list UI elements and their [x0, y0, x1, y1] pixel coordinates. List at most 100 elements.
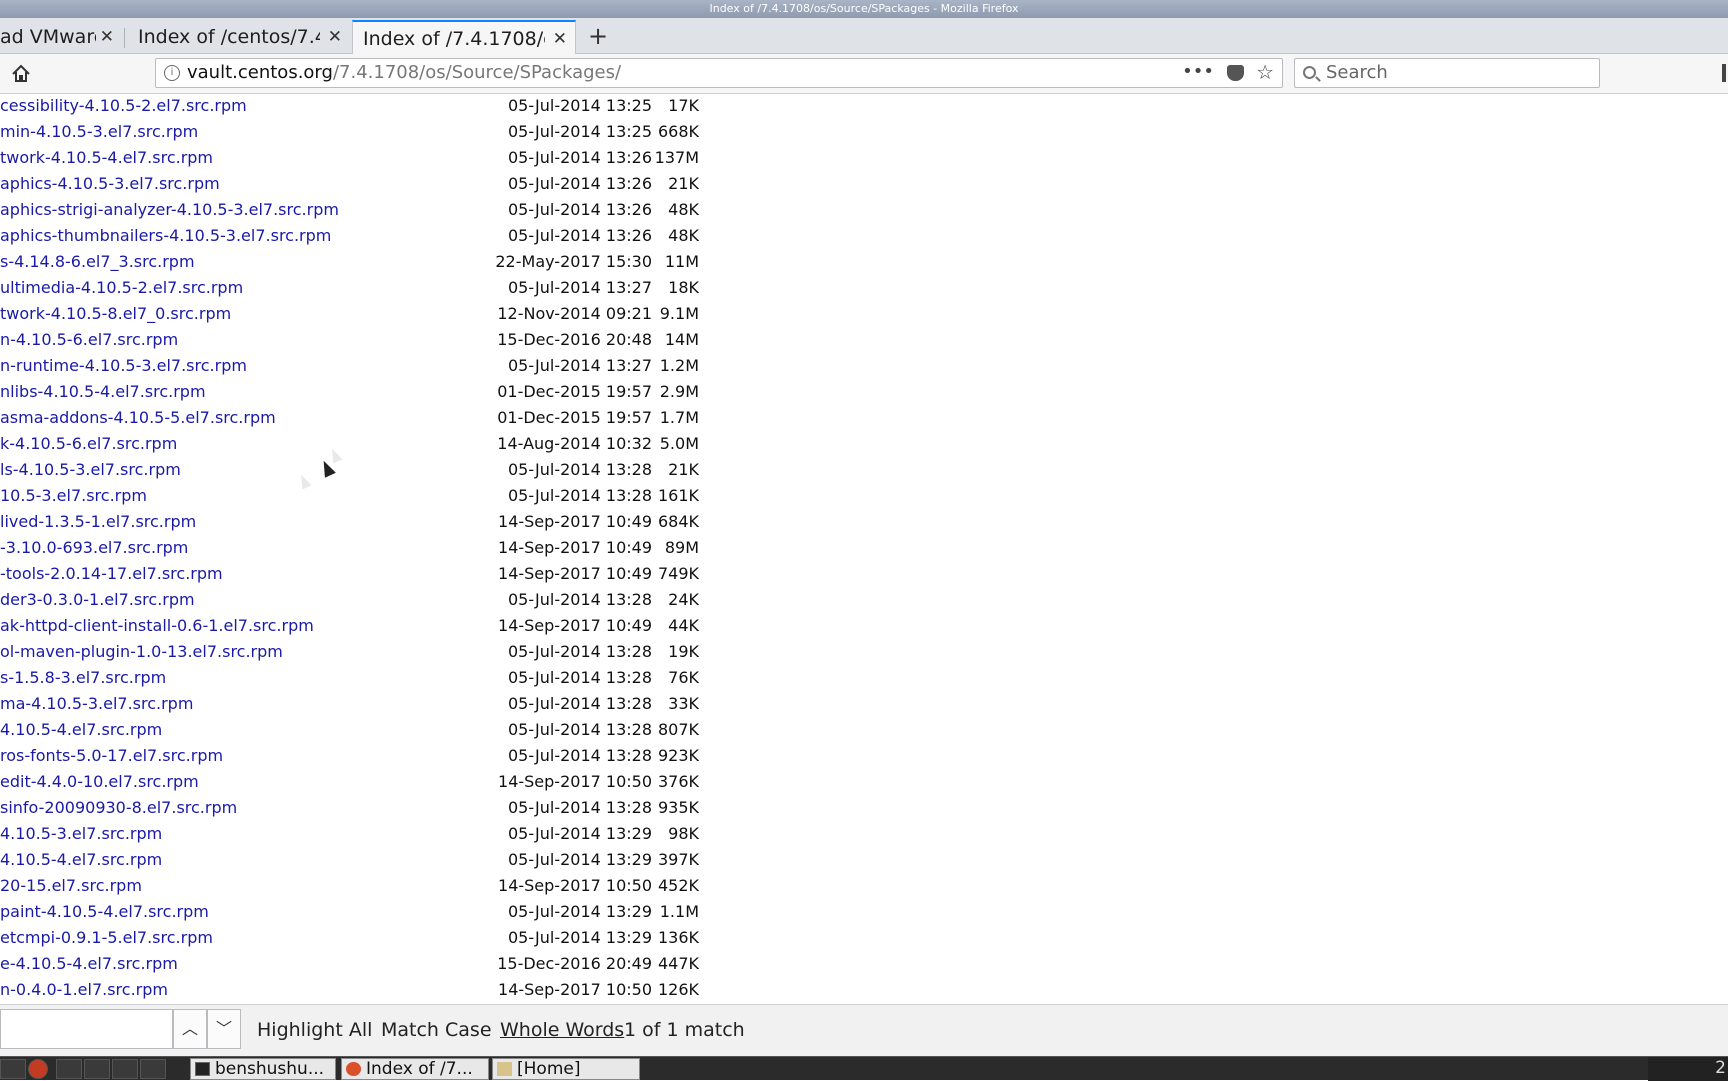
file-link[interactable]: min-4.10.5-3.el7.src.rpm — [0, 120, 198, 144]
file-link[interactable]: paint-4.10.5-4.el7.src.rpm — [0, 900, 209, 924]
site-info-icon[interactable]: i — [164, 65, 180, 81]
file-link[interactable]: n-0.4.0-1.el7.src.rpm — [0, 978, 168, 1002]
listing-row: n-0.4.0-1.el7.src.rpm 14-Sep-2017 10:50 12… — [0, 978, 720, 1002]
file-link[interactable]: -tools-2.0.14-17.el7.src.rpm — [0, 562, 223, 586]
launcher-icon[interactable] — [140, 1059, 166, 1079]
file-link[interactable]: ros-fonts-5.0-17.el7.src.rpm — [0, 744, 223, 768]
file-link[interactable]: nlibs-4.10.5-4.el7.src.rpm — [0, 380, 206, 404]
file-link[interactable]: -3.10.0-693.el7.src.rpm — [0, 536, 188, 560]
close-tab-icon[interactable]: ✕ — [100, 20, 114, 54]
file-link[interactable]: aphics-strigi-analyzer-4.10.5-3.el7.src.… — [0, 198, 339, 222]
task-label: [Home] — [517, 1059, 581, 1079]
file-date: 12-Nov-2014 09:21 — [497, 304, 652, 323]
file-link[interactable]: k-4.10.5-6.el7.src.rpm — [0, 432, 177, 456]
find-input[interactable] — [0, 1009, 173, 1049]
file-size: 376K — [657, 772, 699, 791]
menu-launcher-icon[interactable] — [0, 1059, 26, 1079]
file-size: 452K — [657, 876, 699, 895]
file-size: 137M — [654, 148, 699, 167]
launcher-icon[interactable] — [84, 1059, 110, 1079]
file-size: 1.2M — [659, 356, 699, 375]
system-tray: 2 — [1648, 1057, 1728, 1081]
listing-row: ros-fonts-5.0-17.el7.src.rpm 05-Jul-2014 … — [0, 744, 720, 768]
file-link[interactable]: 4.10.5-4.el7.src.rpm — [0, 848, 162, 872]
file-link[interactable]: e-4.10.5-4.el7.src.rpm — [0, 952, 178, 976]
file-size: 447K — [657, 954, 699, 973]
search-bar[interactable]: Search — [1294, 58, 1600, 88]
new-tab-button[interactable]: + — [583, 20, 613, 54]
window-title: Index of /7.4.1708/os/Source/SPackages -… — [0, 0, 1728, 18]
highlight-all-toggle[interactable]: Highlight All — [257, 1019, 372, 1041]
close-tab-icon[interactable]: ✕ — [328, 20, 342, 54]
listing-row: s-1.5.8-3.el7.src.rpm 05-Jul-2014 13:28 76… — [0, 666, 720, 690]
file-link[interactable]: n-4.10.5-6.el7.src.rpm — [0, 328, 178, 352]
file-date: 05-Jul-2014 13:29 — [507, 928, 652, 947]
file-size: 684K — [657, 512, 699, 531]
file-link[interactable]: asma-addons-4.10.5-5.el7.src.rpm — [0, 406, 276, 430]
listing-row: der3-0.3.0-1.el7.src.rpm 05-Jul-2014 13:2… — [0, 588, 720, 612]
find-next-button[interactable]: ﹀ — [207, 1009, 241, 1049]
file-link[interactable]: twork-4.10.5-8.el7_0.src.rpm — [0, 302, 231, 326]
file-link[interactable]: ls-4.10.5-3.el7.src.rpm — [0, 458, 181, 482]
file-link[interactable]: s-1.5.8-3.el7.src.rpm — [0, 666, 166, 690]
home-button[interactable] — [8, 61, 34, 87]
file-date: 05-Jul-2014 13:28 — [507, 668, 652, 687]
listing-row: 10.5-3.el7.src.rpm 05-Jul-2014 13:28 161K — [0, 484, 720, 508]
file-date: 14-Sep-2017 10:49 — [498, 564, 652, 583]
file-link[interactable]: sinfo-20090930-8.el7.src.rpm — [0, 796, 237, 820]
find-bar: ︿ ﹀ Highlight All Match Case Whole Words… — [0, 1004, 1728, 1056]
bookmark-star-icon[interactable]: ☆ — [1256, 60, 1274, 84]
url-host: vault.centos.org — [187, 62, 333, 83]
find-previous-button[interactable]: ︿ — [173, 1009, 207, 1049]
listing-row: 4.10.5-4.el7.src.rpm 05-Jul-2014 13:28 807… — [0, 718, 720, 742]
listing-row: 4.10.5-3.el7.src.rpm 05-Jul-2014 13:29 98K — [0, 822, 720, 846]
file-link[interactable]: ak-httpd-client-install-0.6-1.el7.src.rp… — [0, 614, 314, 638]
file-link[interactable]: 4.10.5-4.el7.src.rpm — [0, 718, 162, 742]
taskbar-task-terminal[interactable]: benshushu... — [190, 1058, 336, 1080]
listing-row: asma-addons-4.10.5-5.el7.src.rpm 01-Dec-2… — [0, 406, 720, 430]
file-link[interactable]: etcmpi-0.9.1-5.el7.src.rpm — [0, 926, 213, 950]
firefox-launcher-icon[interactable] — [28, 1059, 48, 1079]
file-link[interactable]: edit-4.4.0-10.el7.src.rpm — [0, 770, 199, 794]
listing-row: cessibility-4.10.5-2.el7.src.rpm 05-Jul-2… — [0, 94, 720, 118]
tab-centos-index[interactable]: Index of /centos/7.4.1 ✕ — [128, 20, 350, 54]
whole-words-toggle[interactable]: Whole Words — [500, 1019, 624, 1041]
file-link[interactable]: lived-1.3.5-1.el7.src.rpm — [0, 510, 196, 534]
listing-row: ls-4.10.5-3.el7.src.rpm 05-Jul-2014 13:28… — [0, 458, 720, 482]
file-link[interactable]: cessibility-4.10.5-2.el7.src.rpm — [0, 94, 247, 118]
overflow-menu-icon[interactable] — [1722, 64, 1726, 82]
listing-row: aphics-strigi-analyzer-4.10.5-3.el7.src.… — [0, 198, 720, 222]
pocket-icon[interactable] — [1227, 65, 1244, 81]
url-bar[interactable]: i vault.centos.org/7.4.1708/os/Source/SP… — [155, 58, 1283, 88]
listing-row: k-4.10.5-6.el7.src.rpm 14-Aug-2014 10:32 5… — [0, 432, 720, 456]
url-text[interactable]: vault.centos.org/7.4.1708/os/Source/SPac… — [187, 62, 621, 84]
file-link[interactable]: der3-0.3.0-1.el7.src.rpm — [0, 588, 195, 612]
file-link[interactable]: aphics-4.10.5-3.el7.src.rpm — [0, 172, 220, 196]
file-link[interactable]: aphics-thumbnailers-4.10.5-3.el7.src.rpm — [0, 224, 331, 248]
file-link[interactable]: ol-maven-plugin-1.0-13.el7.src.rpm — [0, 640, 283, 664]
launcher-icon[interactable] — [56, 1059, 82, 1079]
page-actions-menu-icon[interactable]: ••• — [1182, 61, 1214, 82]
file-date: 05-Jul-2014 13:25 — [507, 96, 652, 115]
file-date: 05-Jul-2014 13:28 — [507, 746, 652, 765]
taskbar-task-home[interactable]: [Home] — [492, 1058, 640, 1080]
tab-vmware[interactable]: ad VMware ✕ — [0, 20, 122, 54]
file-link[interactable]: ultimedia-4.10.5-2.el7.src.rpm — [0, 276, 243, 300]
file-date: 14-Sep-2017 10:50 — [498, 876, 652, 895]
tab-strip: ad VMware ✕ Index of /centos/7.4.1 ✕ Ind… — [0, 18, 1728, 54]
file-link[interactable]: s-4.14.8-6.el7_3.src.rpm — [0, 250, 195, 274]
file-link[interactable]: n-runtime-4.10.5-3.el7.src.rpm — [0, 354, 247, 378]
match-case-toggle[interactable]: Match Case — [381, 1019, 492, 1041]
file-link[interactable]: 20-15.el7.src.rpm — [0, 874, 142, 898]
launcher-icon[interactable] — [112, 1059, 138, 1079]
taskbar-task-firefox[interactable]: Index of /7... — [341, 1058, 489, 1080]
file-size: 14M — [664, 330, 699, 349]
file-link[interactable]: 4.10.5-3.el7.src.rpm — [0, 822, 162, 846]
tab-spackages-index[interactable]: Index of /7.4.1708/os/S ✕ — [352, 20, 576, 54]
listing-row: 4.10.5-4.el7.src.rpm 05-Jul-2014 13:29 397… — [0, 848, 720, 872]
file-date: 05-Jul-2014 13:28 — [507, 694, 652, 713]
file-link[interactable]: 10.5-3.el7.src.rpm — [0, 484, 147, 508]
file-link[interactable]: twork-4.10.5-4.el7.src.rpm — [0, 146, 213, 170]
file-link[interactable]: ma-4.10.5-3.el7.src.rpm — [0, 692, 193, 716]
close-tab-icon[interactable]: ✕ — [553, 22, 567, 54]
